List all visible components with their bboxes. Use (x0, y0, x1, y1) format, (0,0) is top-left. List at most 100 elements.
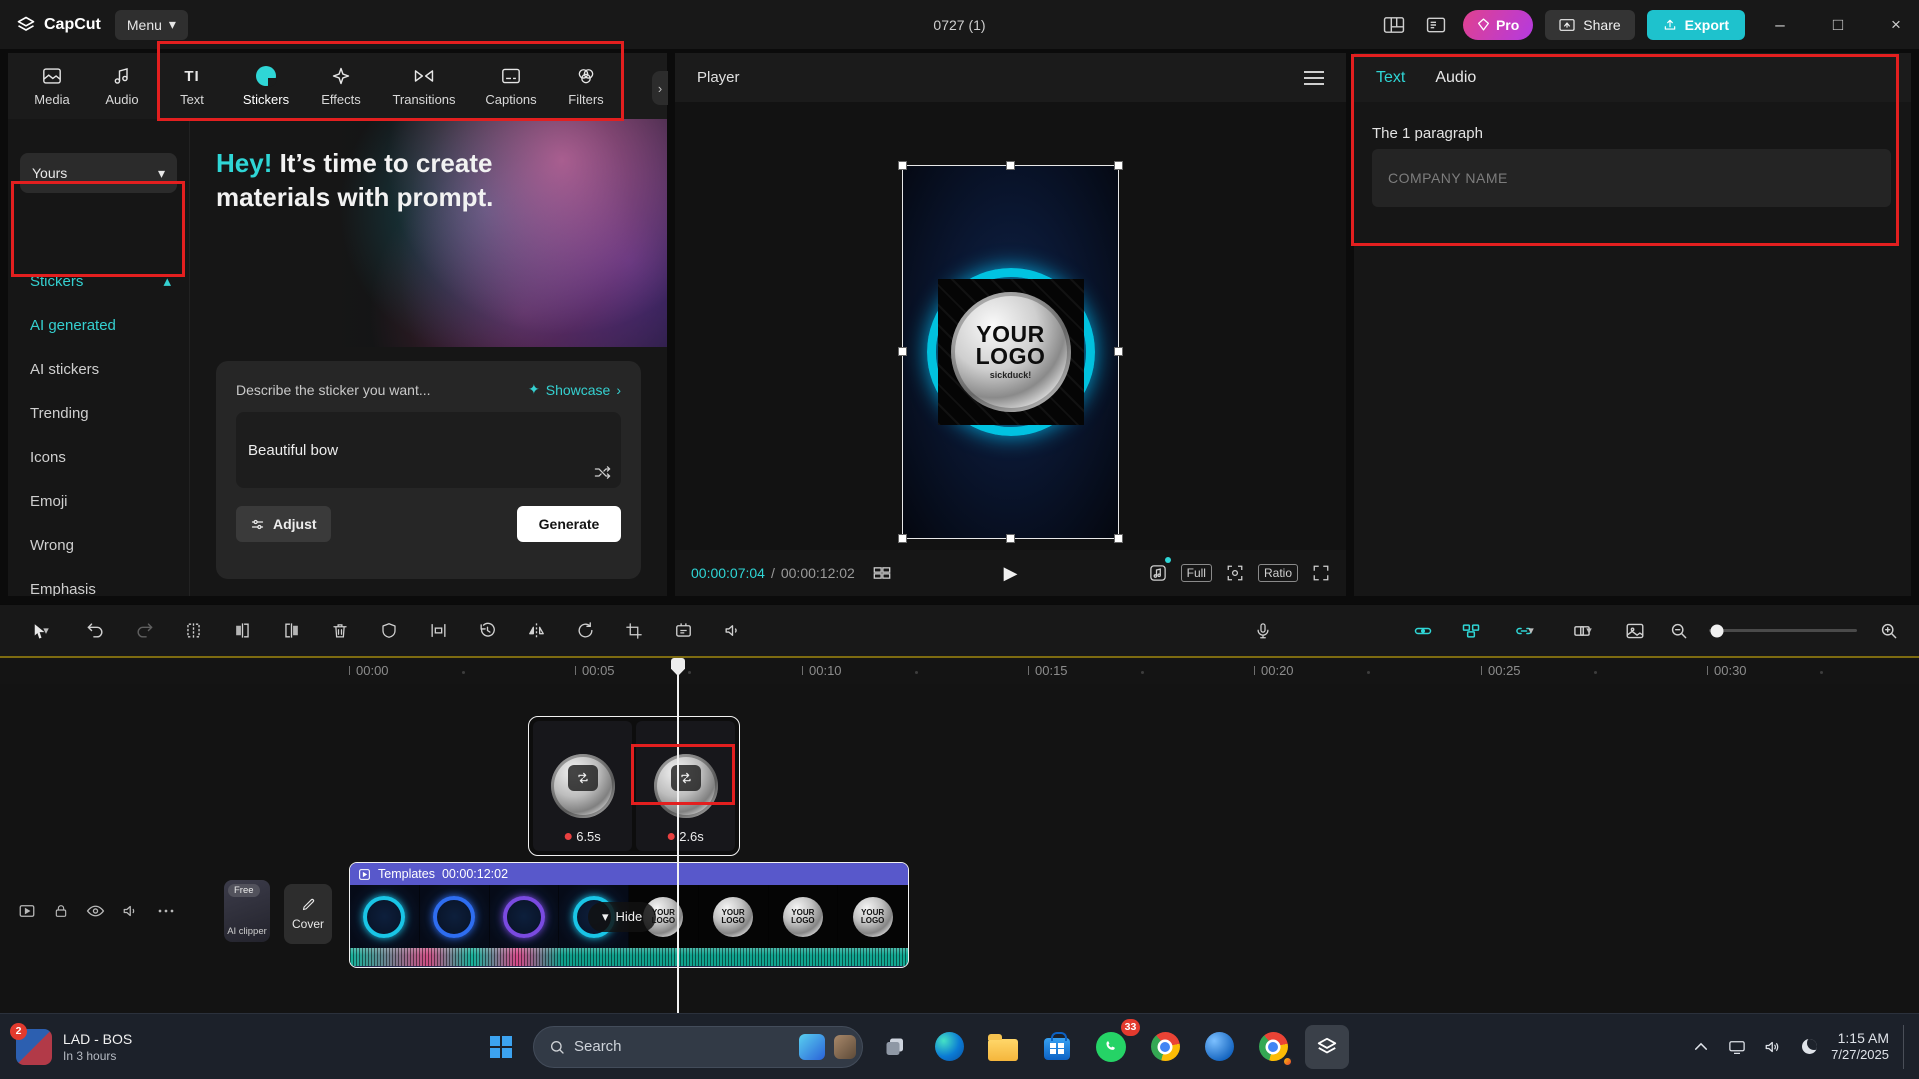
lock-icon[interactable] (53, 902, 69, 920)
zoom-out-button[interactable] (1663, 613, 1693, 649)
timeline-view-icon[interactable] (1615, 613, 1655, 649)
chrome-profile-icon[interactable] (1251, 1025, 1295, 1069)
tab-stickers[interactable]: Stickers (230, 56, 302, 116)
overlap-mode-icon[interactable]: ▾ (1557, 613, 1607, 649)
night-mode-icon[interactable] (1795, 1033, 1823, 1061)
taskbar-search[interactable]: Search (533, 1025, 863, 1068)
voice-icon[interactable] (712, 613, 752, 649)
shuffle-icon[interactable] (594, 465, 611, 480)
tab-effects[interactable]: Effects (308, 56, 374, 116)
reset-history-icon[interactable] (467, 613, 507, 649)
timeline-ruler[interactable]: 00:00 00:05 00:10 00:15 00:20 00:25 00:3… (0, 658, 1919, 684)
cast-icon[interactable] (1723, 1033, 1751, 1061)
blue-circle-app-icon[interactable] (1197, 1025, 1241, 1069)
undo-button[interactable] (75, 613, 115, 649)
search-highlight-icon[interactable] (799, 1033, 825, 1060)
auto-arrange-icon[interactable] (1451, 613, 1491, 649)
templates-video-clip[interactable]: Templates 00:00:12:02 YOUR LOGO YOUR LOGO … (349, 862, 909, 968)
timeline-zoom-slider[interactable] (1709, 624, 1857, 637)
selection-handle[interactable] (1114, 161, 1123, 170)
select-tool-button[interactable]: ▾ (14, 613, 66, 649)
maximize-button[interactable]: □ (1815, 0, 1861, 49)
selection-handle[interactable] (1114, 534, 1123, 543)
export-button[interactable]: Export (1646, 9, 1745, 40)
full-quality-button[interactable]: Full (1180, 564, 1212, 582)
capcut-taskbar-icon[interactable] (1305, 1024, 1349, 1069)
adjust-board-icon[interactable] (663, 613, 703, 649)
start-button[interactable] (479, 1025, 523, 1069)
tab-audio-properties[interactable]: Audio (1435, 69, 1476, 87)
beat-marker-icon[interactable] (1149, 557, 1171, 582)
snap-toggle-icon[interactable] (1403, 613, 1443, 649)
panel-layout-icon[interactable] (1421, 10, 1451, 40)
tab-transitions[interactable]: Transitions (380, 56, 468, 116)
sidebar-item-emphasis[interactable]: Emphasis (8, 567, 189, 597)
tab-text[interactable]: TI Text (160, 56, 224, 116)
playhead[interactable] (677, 658, 679, 1013)
sidebar-item-wrong[interactable]: Wrong (8, 523, 189, 567)
layout-switch-icon[interactable] (1379, 10, 1409, 40)
cover-button[interactable]: Cover (284, 884, 332, 944)
trim-left-icon[interactable] (222, 613, 262, 649)
adjust-button[interactable]: Adjust (236, 506, 331, 542)
fullscreen-icon[interactable] (1312, 564, 1330, 582)
taskbar-widget[interactable]: 2 LAD - BOS In 3 hours (10, 1014, 132, 1079)
sticker-clip-2[interactable]: 2.6s (636, 721, 735, 851)
sidebar-item-ai-stickers[interactable]: AI stickers (8, 347, 189, 391)
volume-icon[interactable] (1759, 1033, 1787, 1061)
file-explorer-icon[interactable] (981, 1025, 1025, 1069)
ratio-button[interactable]: Ratio (1257, 564, 1298, 582)
sidebar-item-trending[interactable]: Trending (8, 391, 189, 435)
panel-expand-button[interactable]: › (652, 71, 668, 105)
taskbar-clock[interactable]: 1:15 AM 7/27/2025 (1831, 1029, 1889, 1064)
selection-handle[interactable] (1005, 534, 1015, 543)
player-menu-icon[interactable] (1304, 70, 1324, 85)
hide-button[interactable]: ▾ Hide (588, 901, 657, 932)
mirror-icon[interactable] (516, 613, 556, 649)
chrome-icon[interactable] (1143, 1025, 1187, 1069)
sidebar-item-emoji[interactable]: Emoji (8, 479, 189, 523)
link-toggle-icon[interactable]: ▾ (1499, 613, 1549, 649)
split-icon[interactable] (173, 613, 213, 649)
company-name-input[interactable] (1372, 149, 1891, 207)
tab-text-properties[interactable]: Text (1376, 69, 1405, 87)
tray-chevron-up-icon[interactable] (1687, 1033, 1715, 1061)
sticker-clip-1[interactable]: 6.5s (533, 721, 632, 851)
eye-icon[interactable] (86, 903, 105, 919)
zoom-slider-thumb[interactable] (1710, 624, 1724, 637)
mask-icon[interactable] (369, 613, 409, 649)
tab-audio[interactable]: Audio (90, 56, 154, 116)
selection-handle[interactable] (898, 534, 907, 543)
selection-handle[interactable] (898, 161, 907, 170)
tab-media[interactable]: Media (20, 56, 84, 116)
focus-icon[interactable] (1226, 564, 1244, 582)
edge-icon[interactable] (927, 1025, 971, 1069)
task-view-button[interactable] (873, 1025, 917, 1069)
selection-handle[interactable] (1114, 347, 1123, 356)
frame-view-icon[interactable] (867, 558, 897, 588)
show-desktop-button[interactable] (1903, 1024, 1907, 1069)
sidebar-item-icons[interactable]: Icons (8, 435, 189, 479)
trim-right-icon[interactable] (271, 613, 311, 649)
sidebar-item-ai-generated[interactable]: AI generated (8, 303, 189, 347)
track-type-icon[interactable] (18, 902, 36, 920)
minimize-button[interactable]: – (1757, 0, 1803, 49)
search-promo-icon[interactable] (834, 1034, 856, 1059)
generate-button[interactable]: Generate (517, 506, 621, 542)
yours-dropdown[interactable]: Yours ▾ (20, 153, 177, 193)
tab-captions[interactable]: Captions (474, 56, 548, 116)
delete-button[interactable] (320, 613, 360, 649)
crop-icon[interactable] (614, 613, 654, 649)
close-button[interactable]: × (1873, 0, 1919, 49)
selection-handle[interactable] (898, 347, 907, 356)
menu-button[interactable]: Menu ▾ (114, 9, 188, 40)
mute-icon[interactable] (122, 903, 140, 919)
rotate-icon[interactable] (565, 613, 605, 649)
more-options-icon[interactable] (157, 908, 175, 914)
play-button[interactable]: ▶ (1004, 563, 1018, 584)
video-preview[interactable]: YOUR LOGO sickduck! (898, 161, 1123, 543)
selection-handle[interactable] (1005, 161, 1015, 170)
tab-filters[interactable]: Filters (554, 56, 618, 116)
redo-button[interactable] (124, 613, 164, 649)
share-button[interactable]: Share (1545, 9, 1635, 40)
